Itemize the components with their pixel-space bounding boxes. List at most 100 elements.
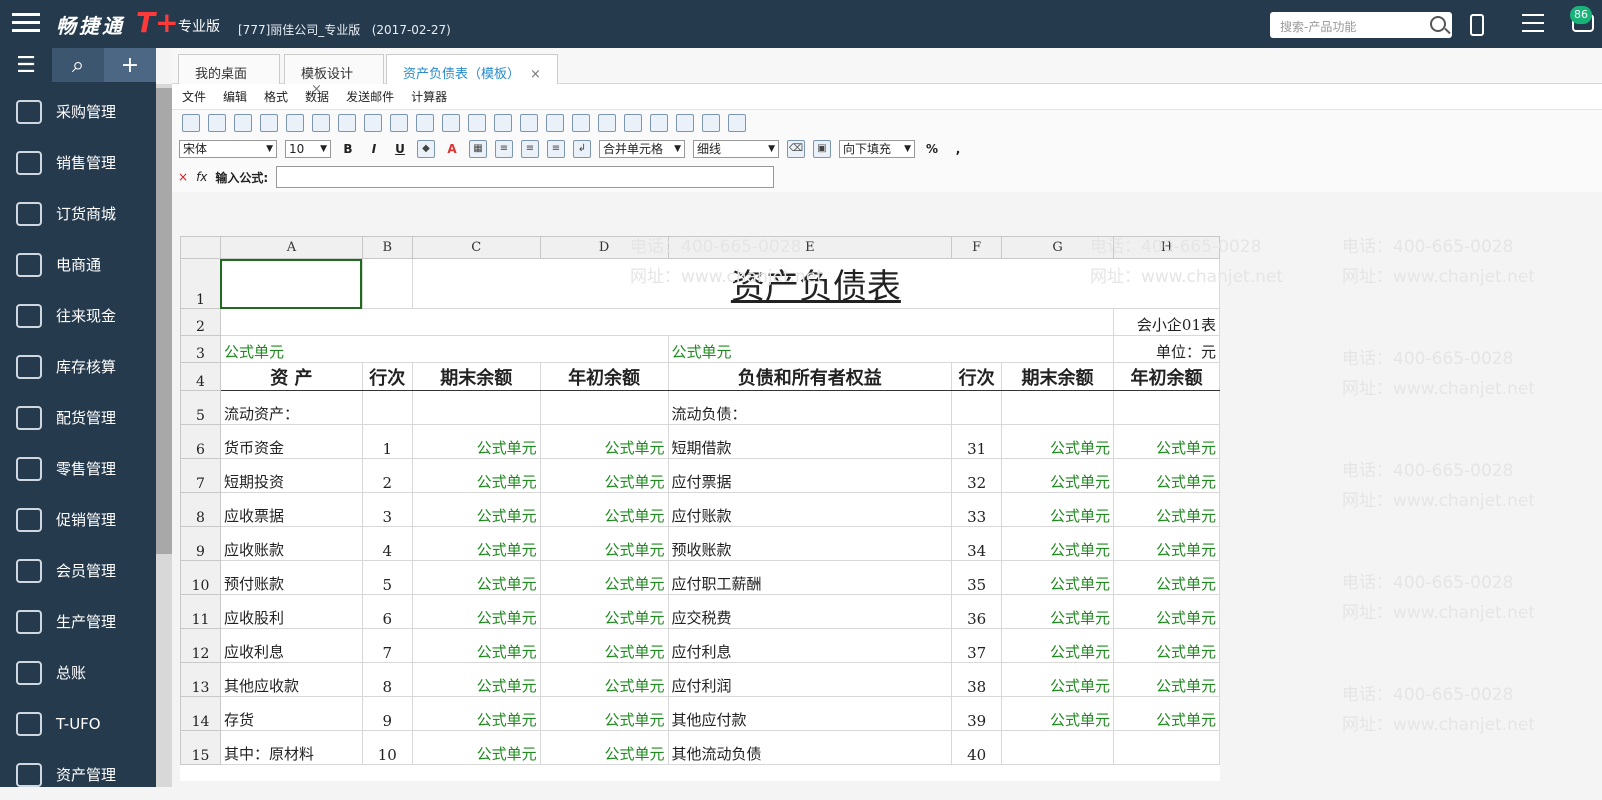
font-size-select[interactable]: 10 [285, 140, 331, 158]
formula-cell[interactable]: 公式单元 [539, 560, 669, 595]
tab-template-design[interactable]: 模板设计× [284, 54, 384, 97]
formula-cell[interactable]: 公式单元 [1001, 662, 1114, 697]
formula-cell[interactable]: 公式单元 [1001, 424, 1114, 459]
comma-button[interactable]: , [949, 140, 967, 158]
asset-name-cell[interactable]: 应收票据 [219, 492, 363, 527]
formula-cell[interactable]: 公式单元 [539, 458, 669, 493]
formula-cell[interactable]: 公式单元 [1113, 526, 1220, 561]
formula-cell[interactable]: 公式单元 [539, 492, 669, 527]
sidebar-item-1[interactable]: 销售管理 [0, 137, 156, 188]
cell[interactable] [361, 390, 413, 425]
list-icon[interactable]: ☰ [0, 48, 52, 82]
bold-button[interactable]: B [339, 140, 357, 158]
header-beginning-balance[interactable]: 年初余额 [1113, 362, 1220, 391]
search-icon[interactable] [1430, 16, 1446, 32]
formula-cell[interactable]: 公式单元 [1001, 696, 1114, 731]
sidebar-item-8[interactable]: 促销管理 [0, 494, 156, 545]
asset-name-cell[interactable]: 应收利息 [219, 628, 363, 663]
asset-name-cell[interactable]: 其中：原材料 [219, 730, 363, 765]
formula-cell[interactable]: 公式单元 [1001, 628, 1114, 663]
percent-button[interactable]: % [923, 140, 941, 158]
row-header[interactable]: 2 [180, 308, 221, 336]
formula-cell[interactable]: 公式单元 [411, 458, 541, 493]
pattern-icon[interactable]: ▦ [469, 140, 487, 158]
sort-asc-icon[interactable] [546, 114, 564, 132]
row-header[interactable]: 8 [180, 492, 221, 527]
formula-cell[interactable]: 公式单元 [1113, 662, 1220, 697]
tab-desktop[interactable]: 我的桌面 [178, 54, 280, 84]
column-header[interactable]: B [361, 236, 413, 259]
brush-icon[interactable] [468, 114, 486, 132]
asset-name-cell[interactable]: 预付账款 [219, 560, 363, 595]
row-header[interactable]: 12 [180, 628, 221, 663]
italic-button[interactable]: I [365, 140, 383, 158]
sidebar-item-7[interactable]: 零售管理 [0, 443, 156, 494]
menu-file[interactable]: 文件 [182, 88, 206, 105]
row-number-cell[interactable]: 6 [361, 594, 413, 629]
cell[interactable] [219, 308, 1115, 336]
row-header[interactable]: 7 [180, 458, 221, 493]
border-line-select[interactable]: 细线 [693, 140, 779, 158]
header-ending-balance[interactable]: 期末余额 [411, 362, 541, 391]
row-number-cell[interactable]: 38 [951, 662, 1003, 697]
row-number-cell[interactable]: 31 [951, 424, 1003, 459]
formula-cell[interactable] [1001, 730, 1114, 765]
search-icon[interactable]: ⌕ [52, 48, 104, 82]
header-beginning-balance[interactable]: 年初余额 [539, 362, 669, 391]
header-assets[interactable]: 资 产 [219, 362, 363, 391]
formula-input[interactable] [276, 166, 775, 188]
formula-cell[interactable]: 公式单元 [1113, 696, 1220, 731]
row-header[interactable]: 3 [180, 335, 221, 363]
formula-cell[interactable]: 公式单元 [1001, 492, 1114, 527]
sidebar-item-11[interactable]: 总账 [0, 647, 156, 698]
cut-icon[interactable] [364, 114, 382, 132]
redo-icon[interactable] [312, 114, 330, 132]
header-ending-balance[interactable]: 期末余额 [1001, 362, 1114, 391]
spreadsheet[interactable]: A B C D E F G H 1 资产负债表 2 会小企01表 3 公式单元 … [180, 236, 1220, 781]
close-icon[interactable]: × [530, 67, 541, 82]
row-number-cell[interactable]: 8 [361, 662, 413, 697]
sidebar-item-5[interactable]: 库存核算 [0, 341, 156, 392]
unit-label[interactable]: 单位：元 [1113, 335, 1220, 363]
menu-format[interactable]: 格式 [264, 88, 288, 105]
row-header[interactable]: 14 [180, 696, 221, 731]
formula-cell[interactable]: 公式单元 [1113, 560, 1220, 595]
row-number-cell[interactable]: 36 [951, 594, 1003, 629]
print-preview-icon[interactable] [234, 114, 252, 132]
formula-cell[interactable]: 公式单元 [411, 424, 541, 459]
font-color-button[interactable]: A [443, 140, 461, 158]
header-row-number[interactable]: 行次 [951, 362, 1003, 391]
row-number-cell[interactable]: 5 [361, 560, 413, 595]
sidebar-item-10[interactable]: 生产管理 [0, 596, 156, 647]
liability-name-cell[interactable]: 应付利润 [667, 662, 953, 697]
form-code[interactable]: 会小企01表 [1113, 308, 1220, 336]
row-number-cell[interactable]: 34 [951, 526, 1003, 561]
liability-name-cell[interactable]: 其他应付款 [667, 696, 953, 731]
formula-cell[interactable]: 公式单元 [411, 560, 541, 595]
formula-cell[interactable]: 公式单元 [1113, 492, 1220, 527]
formula-cell[interactable]: 公式单元 [411, 730, 541, 765]
underline-button[interactable]: U [391, 140, 409, 158]
corner-cell[interactable] [180, 236, 221, 259]
cancel-formula-icon[interactable]: × [178, 170, 188, 184]
header-row-number[interactable]: 行次 [361, 362, 413, 391]
formula-cell[interactable]: 公式单元 [1001, 560, 1114, 595]
formula-cell[interactable]: 公式单元 [411, 628, 541, 663]
selected-cell-a1[interactable] [219, 258, 363, 309]
row-header[interactable]: 9 [180, 526, 221, 561]
cell[interactable] [1113, 390, 1220, 425]
close-icon[interactable]: × [311, 82, 322, 97]
report-title[interactable]: 资产负债表 [411, 258, 1220, 309]
formula-cell[interactable]: 公式单元 [539, 730, 669, 765]
align-right-icon[interactable]: ≡ [547, 140, 565, 158]
delete-icon[interactable] [442, 114, 460, 132]
paste-format-icon[interactable]: ▣ [813, 140, 831, 158]
menu-send-email[interactable]: 发送邮件 [346, 88, 394, 105]
row-number-cell[interactable]: 35 [951, 560, 1003, 595]
section-label[interactable]: 流动负债： [667, 390, 953, 425]
fill-color-icon[interactable]: ◆ [417, 140, 435, 158]
column-header[interactable]: F [951, 236, 1003, 259]
column-header[interactable]: A [219, 236, 363, 259]
row-number-cell[interactable]: 2 [361, 458, 413, 493]
align-center-icon[interactable]: ≡ [521, 140, 539, 158]
